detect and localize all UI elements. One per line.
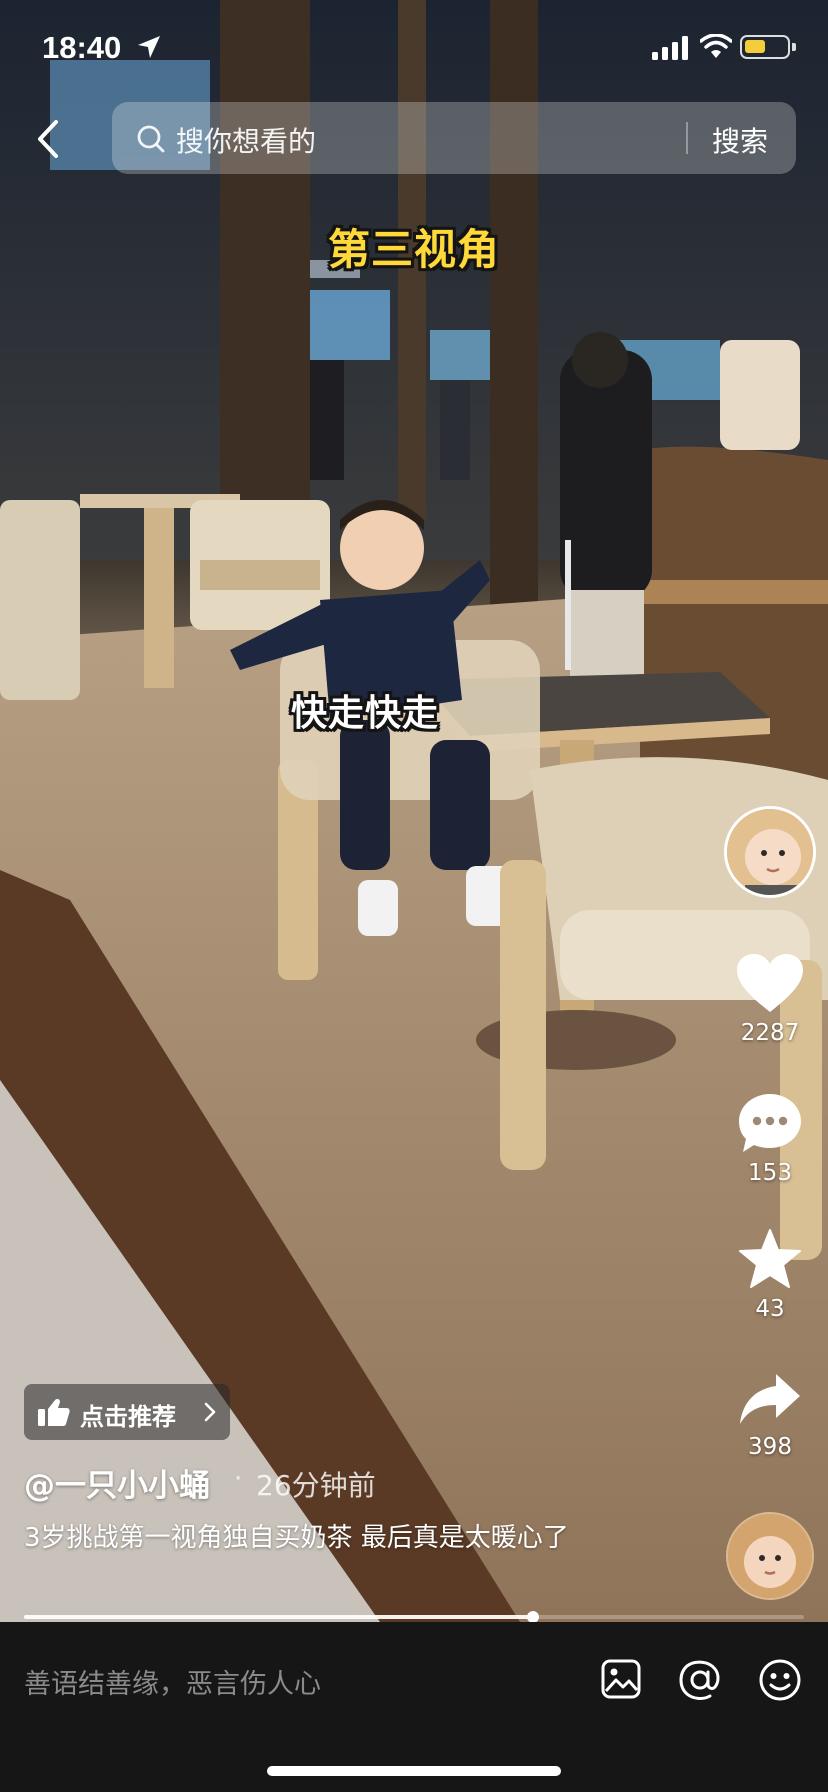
battery-level (745, 40, 765, 53)
like-count: 2287 (740, 1020, 800, 1046)
wifi-icon (700, 34, 732, 58)
search-bar[interactable]: 搜你想看的 搜索 (112, 102, 796, 174)
music-disc[interactable] (726, 1512, 814, 1600)
star-icon (739, 1229, 801, 1288)
comment-input[interactable]: 善语结善缘，恶言伤人心 (24, 1662, 321, 1701)
favorite-count: 43 (755, 1296, 785, 1322)
recommend-label: 点击推荐 (80, 1403, 176, 1431)
image-icon[interactable] (600, 1658, 642, 1700)
search-button[interactable]: 搜索 (712, 120, 768, 160)
playback-progress-fill (24, 1615, 533, 1619)
share-arrow-icon (740, 1374, 800, 1424)
search-input[interactable]: 搜你想看的 (176, 120, 316, 160)
author-avatar[interactable] (724, 806, 816, 898)
author-name[interactable]: @一只小小蛹 (24, 1460, 210, 1505)
emoji-icon[interactable] (758, 1658, 802, 1702)
like-button[interactable]: 2287 (724, 954, 816, 1046)
recommend-chip[interactable]: 点击推荐 (24, 1384, 230, 1440)
comment-bubble-icon (739, 1094, 801, 1152)
post-time: 26分钟前 (256, 1469, 376, 1502)
playback-progress-bar[interactable] (24, 1611, 804, 1622)
status-bar: 18:40 (0, 0, 828, 100)
playback-scrubber[interactable] (526, 1611, 539, 1622)
post-description[interactable]: 3岁挑战第一视角独自买奶茶 最后真是太暖心了 (24, 1518, 644, 1558)
back-chevron-icon[interactable] (30, 118, 70, 160)
share-button[interactable]: 398 (724, 1372, 816, 1460)
status-time: 18:40 (42, 30, 122, 65)
search-icon (137, 125, 165, 153)
share-count: 398 (748, 1434, 792, 1460)
search-divider (686, 122, 688, 154)
baby-face-music-icon (728, 1514, 812, 1598)
video-caption-middle: 快走快走 (290, 693, 439, 734)
battery-icon (740, 35, 796, 59)
mention-icon[interactable] (678, 1658, 722, 1702)
cellular-signal-icon (652, 36, 688, 60)
thumbs-up-icon (38, 1398, 70, 1426)
comment-button[interactable]: 153 (724, 1092, 816, 1186)
heart-icon (737, 954, 803, 1012)
comment-bar: 善语结善缘，恶言伤人心 (0, 1622, 828, 1792)
meta-separator: · (234, 1464, 243, 1494)
favorite-button[interactable]: 43 (724, 1228, 816, 1322)
comment-count: 153 (748, 1160, 792, 1186)
chevron-right-icon (204, 1402, 216, 1422)
video-player[interactable]: 18:40 搜你想看的 搜索 第三视角 快走快走 2287 153 43 398… (0, 0, 828, 1622)
location-arrow-icon (138, 36, 160, 58)
home-indicator (267, 1766, 561, 1776)
video-caption-top: 第三视角 (327, 225, 500, 274)
